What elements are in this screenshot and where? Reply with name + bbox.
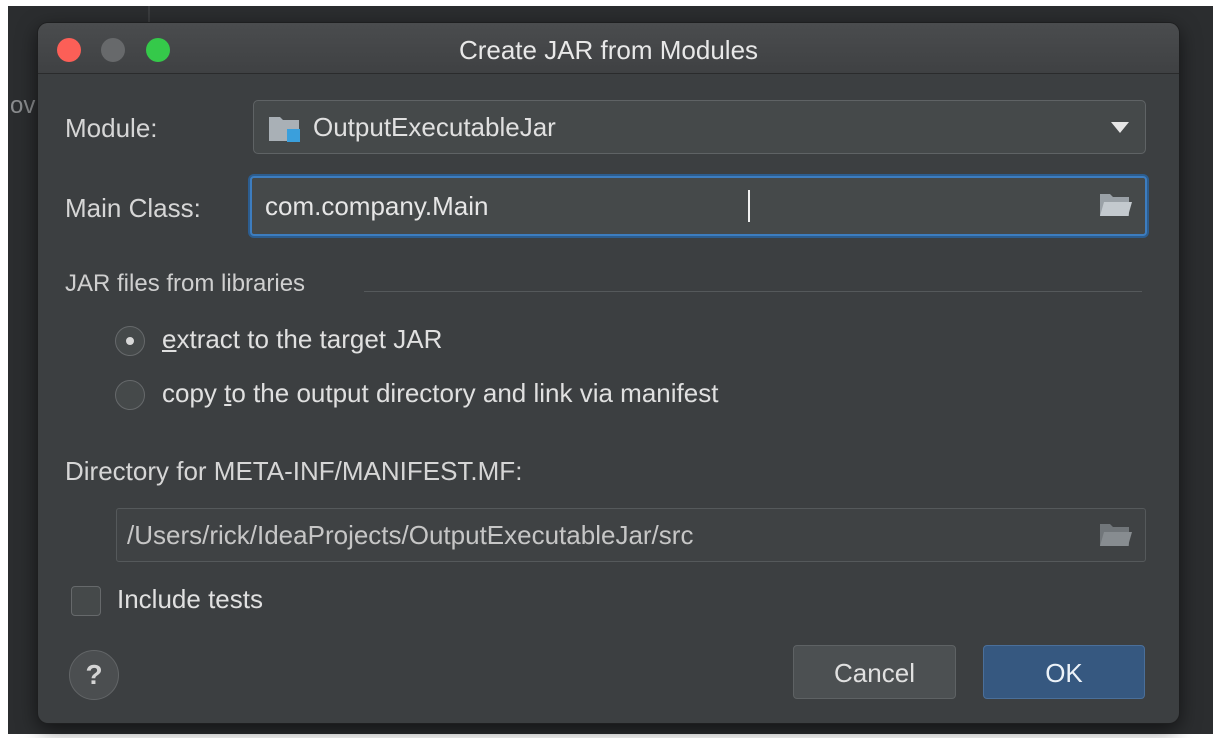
- title-bar: Create JAR from Modules: [38, 23, 1179, 74]
- manifest-dir-field-wrapper: [116, 508, 1146, 562]
- include-tests-checkbox[interactable]: [71, 586, 101, 616]
- chevron-down-icon[interactable]: [1111, 122, 1129, 133]
- radio-copy-option[interactable]: copy to the output directory and link vi…: [115, 378, 875, 414]
- ok-button[interactable]: OK: [983, 645, 1145, 699]
- module-value: OutputExecutableJar: [313, 112, 556, 142]
- cancel-button[interactable]: Cancel: [793, 645, 956, 699]
- manifest-dir-input[interactable]: [117, 509, 1145, 561]
- group-separator: [364, 291, 1142, 292]
- folder-icon[interactable]: [1099, 191, 1133, 219]
- text-caret: [748, 190, 750, 222]
- radio-extract[interactable]: [115, 326, 145, 356]
- help-button[interactable]: ?: [69, 650, 119, 700]
- help-icon: ?: [85, 659, 103, 690]
- create-jar-dialog: Create JAR from Modules Module: OutputEx…: [38, 23, 1179, 723]
- radio-extract-label: extract to the target JAR: [162, 324, 443, 354]
- main-class-input[interactable]: [252, 178, 1145, 234]
- radio-copy-label: copy to the output directory and link vi…: [162, 378, 719, 408]
- module-dropdown[interactable]: OutputExecutableJar: [253, 100, 1146, 154]
- module-folder-icon: [269, 117, 300, 142]
- manifest-dir-label: Directory for META-INF/MANIFEST.MF:: [65, 456, 523, 486]
- dialog-title: Create JAR from Modules: [458, 35, 759, 65]
- include-tests-label[interactable]: Include tests: [117, 584, 263, 615]
- main-class-label: Main Class:: [65, 193, 201, 223]
- background-partial-text: ov: [10, 92, 36, 119]
- jar-files-group-label: JAR files from libraries: [65, 270, 306, 297]
- folder-icon[interactable]: [1099, 521, 1133, 549]
- radio-extract-option[interactable]: extract to the target JAR: [115, 324, 535, 360]
- main-class-field-wrapper: [250, 176, 1147, 236]
- radio-copy[interactable]: [115, 380, 145, 410]
- module-label: Module:: [65, 113, 158, 143]
